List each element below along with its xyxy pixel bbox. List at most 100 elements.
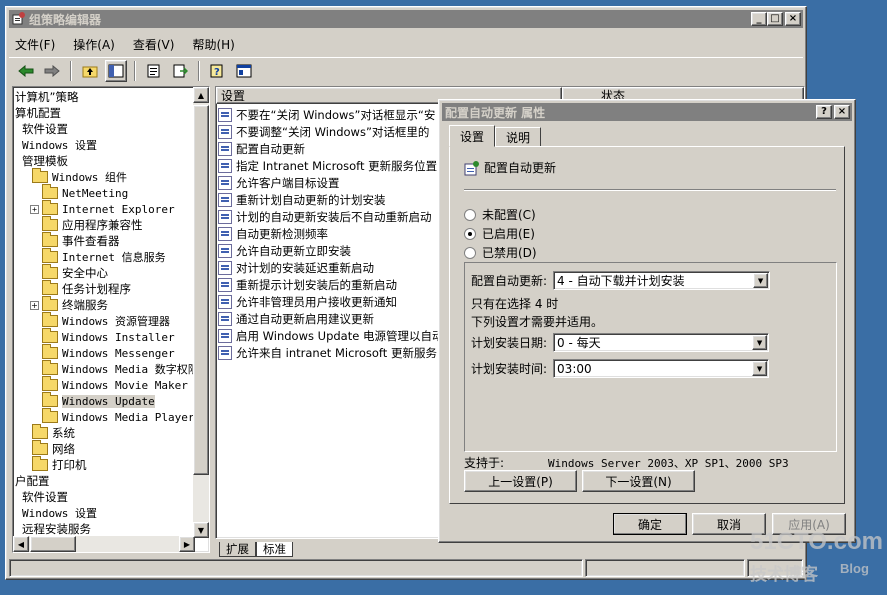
tree-horizontal-scrollbar[interactable]: ◀ ▶ xyxy=(13,536,195,552)
scroll-down-button[interactable]: ▼ xyxy=(193,522,209,538)
policy-list-row[interactable]: 允许非管理员用户接收更新通知 xyxy=(218,293,397,310)
next-setting-button[interactable]: 下一设置(N) xyxy=(582,470,695,492)
policy-list-row[interactable]: 配置自动更新 xyxy=(218,140,305,157)
tree-item[interactable]: 安全中心 xyxy=(13,264,108,281)
tree-item[interactable]: 计算机”策略 xyxy=(13,89,78,105)
policy-list-row[interactable]: 指定 Intranet Microsoft 更新服务位置 xyxy=(218,157,437,174)
chevron-down-icon[interactable]: ▼ xyxy=(753,273,769,288)
policy-list-row[interactable]: 允许自动更新立即安装 xyxy=(218,242,351,259)
help-icon[interactable]: ? xyxy=(207,60,229,82)
tree-item[interactable]: 系统 xyxy=(13,424,75,441)
tree-item[interactable]: 网络 xyxy=(13,440,75,457)
supported-on: 支持于: Windows Server 2003、XP SP1、2000 SP3 xyxy=(464,454,789,471)
menu-view[interactable]: 查看(V) xyxy=(133,36,175,53)
dialog-help-button[interactable]: ? xyxy=(816,105,832,119)
expand-plus-icon[interactable]: + xyxy=(30,204,39,214)
policy-list-row[interactable]: 允许来自 intranet Microsoft 更新服务 xyxy=(218,344,437,361)
tree-item[interactable]: 管理模板 xyxy=(13,153,68,169)
tree-vertical-scrollbar[interactable]: ▲ ▼ xyxy=(193,87,209,538)
folder-icon xyxy=(42,392,58,407)
chevron-down-icon[interactable]: ▼ xyxy=(752,335,768,350)
tab-settings[interactable]: 设置 xyxy=(449,125,496,147)
policy-list-row[interactable]: 对计划的安装延迟重新启动 xyxy=(218,259,374,276)
policy-list-row[interactable]: 重新计划自动更新的计划安装 xyxy=(218,191,386,208)
tree-item[interactable]: Windows 资源管理器 xyxy=(13,312,170,329)
hscroll-thumb[interactable] xyxy=(30,536,76,552)
scroll-up-button[interactable]: ▲ xyxy=(193,87,209,103)
tab-standard[interactable]: 标准 xyxy=(256,542,293,557)
back-arrow-icon[interactable] xyxy=(15,60,37,82)
tree-item-label: NetMeeting xyxy=(62,186,129,200)
policy-list-row[interactable]: 不要调整“关闭 Windows”对话框里的 xyxy=(218,123,429,140)
menu-action[interactable]: 操作(A) xyxy=(73,36,115,53)
install-day-select[interactable]: 0 - 每天 ▼ xyxy=(553,333,770,352)
policy-list-row[interactable]: 通过自动更新启用建议更新 xyxy=(218,310,374,327)
radio-not-configured[interactable]: 未配置(C) xyxy=(464,206,536,223)
minimize-button[interactable]: _ xyxy=(751,12,767,26)
tree-item[interactable]: Windows Media Player xyxy=(13,408,194,425)
tree-item[interactable]: + 终端服务 xyxy=(13,296,108,313)
tree-item[interactable]: + Internet Explorer xyxy=(13,200,175,217)
tree-item[interactable]: 软件设置 xyxy=(13,121,68,137)
dialog-title-bar[interactable]: 配置自动更新 属性 ? × xyxy=(442,103,852,121)
scroll-thumb[interactable] xyxy=(193,105,209,475)
tree-item[interactable]: Windows Update xyxy=(13,392,155,409)
scroll-left-button[interactable]: ◀ xyxy=(13,536,29,552)
tree-item[interactable]: 应用程序兼容性 xyxy=(13,216,143,233)
policy-list-label: 启用 Windows Update 电源管理以自动唤 xyxy=(236,328,455,343)
tab-extended[interactable]: 扩展 xyxy=(219,542,256,557)
menu-help[interactable]: 帮助(H) xyxy=(192,36,234,53)
radio-disabled-circle[interactable] xyxy=(464,246,476,259)
tree-item[interactable]: 算机配置 xyxy=(13,105,61,121)
expand-plus-icon[interactable]: + xyxy=(30,300,39,310)
policy-list-row[interactable]: 不要在“关闭 Windows”对话框显示“安 xyxy=(218,106,435,123)
tree-item[interactable]: 软件设置 xyxy=(13,489,68,505)
show-tree-icon[interactable] xyxy=(105,59,127,82)
radio-enabled[interactable]: 已启用(E) xyxy=(464,225,535,242)
tree-pane[interactable]: 计算机”策略 算机配置 软件设置 Windows 设置 管理模板 Windows 组件 Ne… xyxy=(12,86,210,553)
install-time-select[interactable]: 03:00 ▼ xyxy=(553,359,770,378)
main-title-bar[interactable]: 组策略编辑器 _ □ × xyxy=(9,10,803,28)
radio-disabled[interactable]: 已禁用(D) xyxy=(464,244,537,261)
export-list-icon[interactable] xyxy=(169,60,191,82)
tree-item[interactable]: 打印机 xyxy=(13,456,87,473)
configure-select[interactable]: 4 - 自动下载并计划安装 ▼ xyxy=(553,271,771,290)
policy-list-row[interactable]: 重新提示计划安装后的重新启动 xyxy=(218,276,397,293)
radio-not-configured-circle[interactable] xyxy=(464,208,476,221)
policy-list-row[interactable]: 允许客户端目标设置 xyxy=(218,174,340,191)
properties-icon[interactable] xyxy=(143,60,165,82)
ok-button[interactable]: 确定 xyxy=(613,513,687,535)
folder-icon xyxy=(42,184,58,199)
tree-item[interactable]: Windows 设置 xyxy=(13,505,97,521)
menu-file[interactable]: 文件(F) xyxy=(15,36,55,53)
policy-list-label: 重新提示计划安装后的重新启动 xyxy=(236,277,397,292)
tree-item[interactable]: 任务计划程序 xyxy=(13,280,131,297)
tree-item[interactable]: Windows Installer xyxy=(13,328,175,345)
forward-arrow-icon[interactable] xyxy=(41,60,63,82)
show-pane-icon[interactable] xyxy=(233,60,255,82)
policy-list-row[interactable]: 计划的自动更新安装后不自动重新启动 xyxy=(218,208,432,225)
tree-item[interactable]: NetMeeting xyxy=(13,184,129,201)
menu-bar: 文件(F) 操作(A) 查看(V) 帮助(H) xyxy=(9,33,803,55)
up-folder-icon[interactable] xyxy=(79,60,101,82)
dialog-close-button[interactable]: × xyxy=(834,105,850,119)
tree-item[interactable]: 户配置 xyxy=(13,473,50,489)
tree-item[interactable]: Windows Media 数字权限 xyxy=(13,360,199,377)
tree-item[interactable]: Windows 设置 xyxy=(13,137,97,153)
chevron-down-icon[interactable]: ▼ xyxy=(752,361,768,376)
maximize-button[interactable]: □ xyxy=(767,12,783,26)
scroll-right-button[interactable]: ▶ xyxy=(179,536,195,552)
tree-item[interactable]: Windows Movie Maker xyxy=(13,376,188,393)
previous-setting-button[interactable]: 上一设置(P) xyxy=(464,470,577,492)
tree-item[interactable]: 事件查看器 xyxy=(13,232,120,249)
tree-item[interactable]: 远程安装服务 xyxy=(13,521,91,537)
policy-list-label: 指定 Intranet Microsoft 更新服务位置 xyxy=(236,158,438,173)
tab-explain[interactable]: 说明 xyxy=(495,127,542,147)
close-button[interactable]: × xyxy=(785,12,801,26)
tree-item[interactable]: Windows Messenger xyxy=(13,344,175,361)
tree-item[interactable]: Internet 信息服务 xyxy=(13,248,166,265)
policy-list-row[interactable]: 自动更新检测频率 xyxy=(218,225,328,242)
tree-item[interactable]: Windows 组件 xyxy=(13,168,127,185)
policy-list-row[interactable]: 启用 Windows Update 电源管理以自动唤 xyxy=(218,327,455,344)
radio-enabled-circle[interactable] xyxy=(464,227,476,240)
